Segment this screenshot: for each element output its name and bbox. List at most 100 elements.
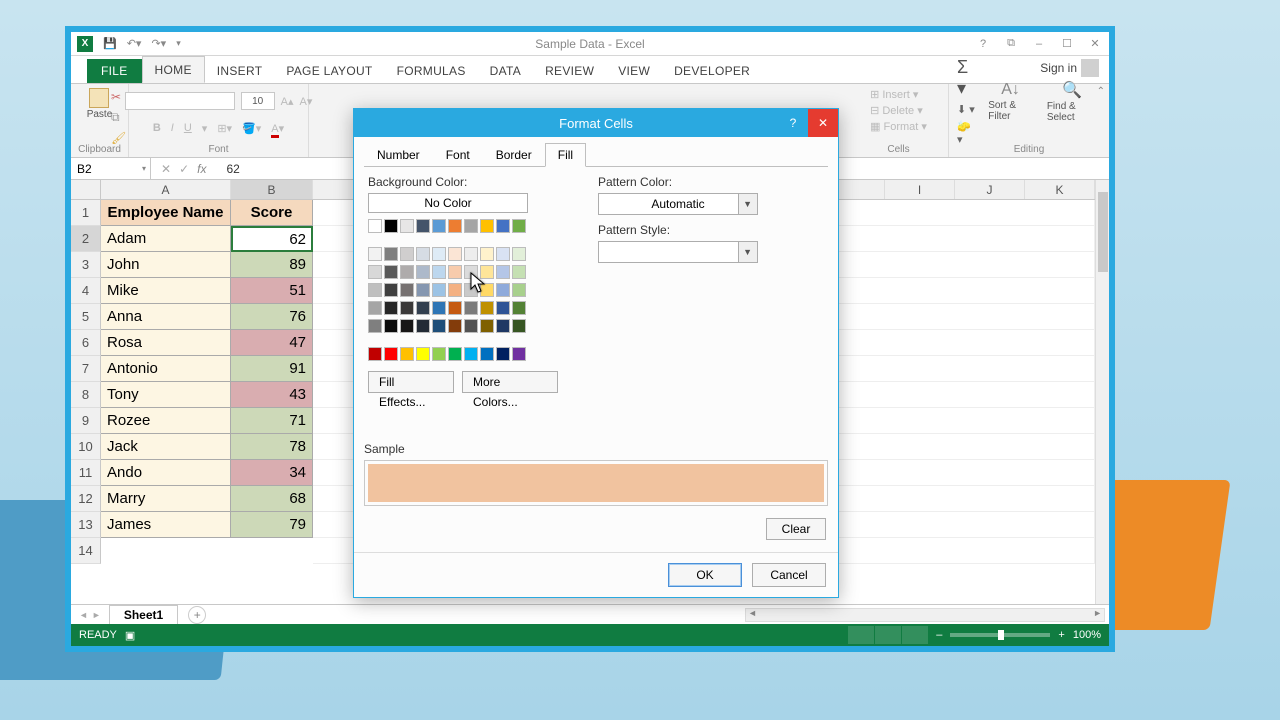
cell-name[interactable]: Antonio <box>101 356 231 382</box>
color-swatch[interactable] <box>480 301 494 315</box>
color-swatch[interactable] <box>384 247 398 261</box>
find-select-button[interactable]: 🔍 Find & Select <box>1043 80 1101 123</box>
color-swatch[interactable] <box>464 301 478 315</box>
cell-score[interactable]: 62 <box>231 226 313 252</box>
macro-record-icon[interactable]: ▣ <box>125 629 135 642</box>
color-swatch[interactable] <box>368 319 382 333</box>
color-swatch[interactable] <box>432 265 446 279</box>
zoom-level[interactable]: 100% <box>1073 629 1101 641</box>
color-swatch[interactable] <box>432 347 446 361</box>
cell-name[interactable]: Marry <box>101 486 231 512</box>
cell-score[interactable]: 51 <box>231 278 313 304</box>
color-swatch[interactable] <box>368 247 382 261</box>
color-swatch[interactable] <box>480 283 494 297</box>
col-header-i[interactable]: I <box>885 180 955 199</box>
cancel-edit-icon[interactable]: ✕ <box>161 162 171 176</box>
dialog-title-bar[interactable]: Format Cells ? ✕ <box>354 109 838 137</box>
font-size-combo[interactable]: 10 <box>241 92 275 110</box>
name-box[interactable]: B2 <box>71 158 151 179</box>
color-swatch[interactable] <box>448 347 462 361</box>
col-header-b[interactable]: B <box>231 180 313 199</box>
color-swatch[interactable] <box>432 319 446 333</box>
color-swatch[interactable] <box>512 347 526 361</box>
new-sheet-button[interactable]: + <box>188 606 206 624</box>
color-swatch[interactable] <box>368 219 382 233</box>
color-swatch[interactable] <box>368 347 382 361</box>
cell-score[interactable]: 91 <box>231 356 313 382</box>
borders-icon[interactable]: ⊞▾ <box>217 122 232 135</box>
tab-view[interactable]: VIEW <box>606 58 662 83</box>
color-swatch[interactable] <box>416 347 430 361</box>
color-swatch[interactable] <box>448 247 462 261</box>
tab-formulas[interactable]: FORMULAS <box>385 58 478 83</box>
italic-button[interactable]: I <box>171 122 174 134</box>
color-swatch[interactable] <box>464 347 478 361</box>
tab-data[interactable]: DATA <box>478 58 533 83</box>
color-swatch[interactable] <box>448 301 462 315</box>
row-header[interactable]: 11 <box>71 460 101 486</box>
color-swatch[interactable] <box>512 247 526 261</box>
color-swatch[interactable] <box>400 347 414 361</box>
sheet-nav-prev-icon[interactable]: ◄ <box>79 610 88 620</box>
minimize-button[interactable]: – <box>1025 34 1053 54</box>
color-swatch[interactable] <box>416 219 430 233</box>
color-swatch[interactable] <box>512 283 526 297</box>
color-swatch[interactable] <box>496 283 510 297</box>
select-all-corner[interactable] <box>71 180 101 200</box>
ok-button[interactable]: OK <box>668 563 742 587</box>
horizontal-scrollbar[interactable] <box>745 608 1105 622</box>
view-page-layout-icon[interactable] <box>875 626 901 644</box>
cell-name[interactable]: Jack <box>101 434 231 460</box>
color-swatch[interactable] <box>480 347 494 361</box>
row-header[interactable]: 3 <box>71 252 101 278</box>
cell-score[interactable]: 47 <box>231 330 313 356</box>
color-swatch[interactable] <box>400 301 414 315</box>
sheet-tab-sheet1[interactable]: Sheet1 <box>109 605 178 624</box>
row-header[interactable]: 1 <box>71 200 101 226</box>
color-swatch[interactable] <box>512 219 526 233</box>
color-swatch[interactable] <box>496 319 510 333</box>
col-header-a[interactable]: A <box>101 180 231 199</box>
cell-name[interactable]: Rosa <box>101 330 231 356</box>
color-swatch[interactable] <box>384 219 398 233</box>
clear-icon[interactable]: 🧽 ▾ <box>957 120 978 146</box>
color-swatch[interactable] <box>496 247 510 261</box>
fill-color-icon[interactable]: 🪣▾ <box>242 122 261 135</box>
clear-button[interactable]: Clear <box>766 518 826 540</box>
color-swatch[interactable] <box>432 283 446 297</box>
color-swatch[interactable] <box>512 319 526 333</box>
row-header[interactable]: 13 <box>71 512 101 538</box>
row-header[interactable]: 12 <box>71 486 101 512</box>
cell-header-name[interactable]: Employee Name <box>101 200 231 226</box>
pattern-color-combo[interactable]: Automatic▼ <box>598 193 758 215</box>
color-swatch[interactable] <box>368 283 382 297</box>
zoom-out-icon[interactable]: – <box>936 629 942 641</box>
color-swatch[interactable] <box>384 347 398 361</box>
color-swatch[interactable] <box>416 283 430 297</box>
qat-undo-icon[interactable]: ↶▾ <box>127 37 142 50</box>
color-swatch[interactable] <box>416 265 430 279</box>
sign-in-link[interactable]: Sign in <box>1030 53 1109 83</box>
cell-score[interactable]: 78 <box>231 434 313 460</box>
color-swatch[interactable] <box>432 301 446 315</box>
cell-name[interactable]: Ando <box>101 460 231 486</box>
help-button[interactable]: ? <box>969 34 997 54</box>
cell-score[interactable]: 43 <box>231 382 313 408</box>
cell-score[interactable]: 89 <box>231 252 313 278</box>
view-page-break-icon[interactable] <box>902 626 928 644</box>
row-header[interactable]: 4 <box>71 278 101 304</box>
tab-page-layout[interactable]: PAGE LAYOUT <box>274 58 384 83</box>
color-swatch[interactable] <box>400 247 414 261</box>
row-header[interactable]: 8 <box>71 382 101 408</box>
font-name-combo[interactable] <box>125 92 235 110</box>
color-swatch[interactable] <box>368 301 382 315</box>
copy-icon[interactable]: ⧉ <box>111 110 126 125</box>
color-swatch[interactable] <box>368 265 382 279</box>
close-button[interactable]: ✕ <box>1081 34 1109 54</box>
color-swatch[interactable] <box>464 319 478 333</box>
tab-file[interactable]: FILE <box>87 59 142 83</box>
cell-name[interactable]: James <box>101 512 231 538</box>
underline-button[interactable]: U <box>184 122 192 134</box>
dialog-tab-fill[interactable]: Fill <box>545 143 586 167</box>
cell-name[interactable]: Adam <box>101 226 231 252</box>
